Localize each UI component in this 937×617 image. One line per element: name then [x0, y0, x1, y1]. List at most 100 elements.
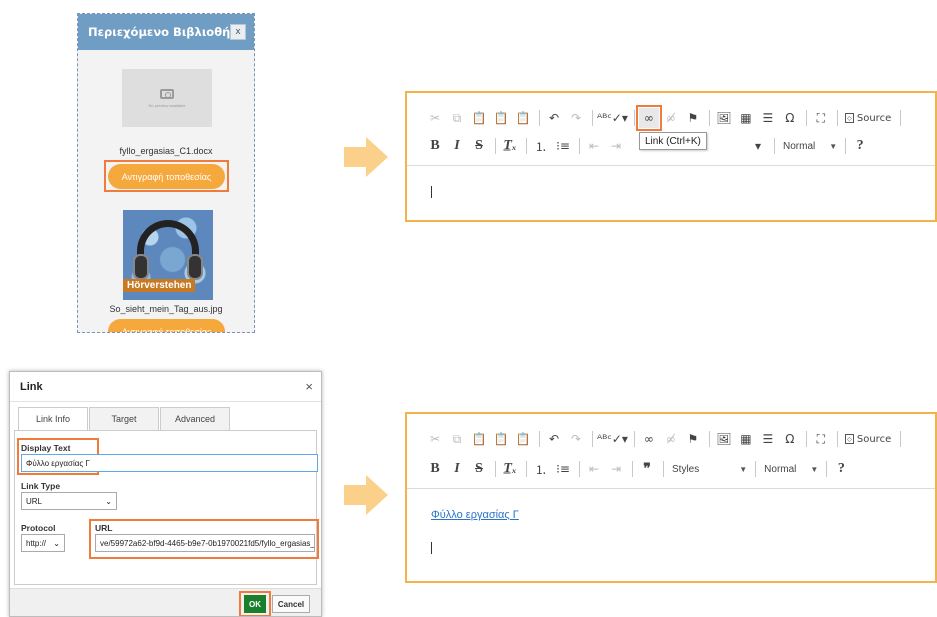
horizontal-rule-icon[interactable]: ☰ — [758, 429, 778, 449]
table-icon[interactable]: ▦ — [736, 429, 756, 449]
source-label: Source — [856, 112, 892, 124]
editor-top-body[interactable] — [407, 165, 935, 220]
format-dropdown-caret-icon[interactable]: ▾ — [748, 136, 768, 156]
italic-icon[interactable]: I — [447, 136, 467, 156]
image-icon[interactable]: 🖼 — [714, 108, 734, 128]
maximize-icon[interactable]: ⛶ — [811, 108, 831, 128]
outdent-icon[interactable]: ⇤ — [584, 459, 604, 479]
remove-format-icon[interactable]: T̲ₓ — [500, 459, 520, 479]
copy-icon[interactable]: ⧉ — [447, 108, 467, 128]
link-type-select[interactable]: URL ⌄ — [21, 492, 117, 510]
copy-location-button-2[interactable]: Αντιγραφή τοποθεσίας — [108, 319, 225, 332]
dialog-footer: OK Cancel — [10, 588, 321, 616]
unlink-icon[interactable]: ∞̸ — [661, 108, 681, 128]
url-field[interactable]: ve/59972a62-bf9d-4465-b9e7-0b1970021fd5/… — [95, 534, 315, 552]
help-button[interactable]: ? — [831, 459, 851, 479]
redo-icon[interactable]: ↷ — [566, 429, 586, 449]
tab-target[interactable]: Target — [89, 407, 159, 431]
paste-text-icon[interactable]: 📋 — [491, 429, 511, 449]
strike-icon[interactable]: S — [469, 136, 489, 156]
paste-icon[interactable]: 📋 — [469, 108, 489, 128]
toolbar-row-1: ✂ ⧉ 📋 📋 📋 ↶ ↷ ᴬᴮᶜ✓▾ ∞ ∞̸ ⚑ 🖼 ▦ ☰ Ω ⛶ ◇ So… — [425, 428, 905, 450]
indent-icon[interactable]: ⇥ — [606, 136, 626, 156]
special-char-icon[interactable]: Ω — [780, 429, 800, 449]
display-text-field[interactable]: Φύλλο εργασίας Γ — [21, 454, 318, 472]
chevron-down-icon: ⌄ — [105, 496, 112, 506]
numbered-list-icon[interactable]: ⒈ — [531, 459, 551, 479]
remove-format-icon[interactable]: T̲ₓ — [500, 136, 520, 156]
format-combo[interactable]: Normal ▼ — [779, 136, 841, 156]
dialog-tabs: Link Info Target Advanced — [18, 407, 231, 431]
maximize-icon[interactable]: ⛶ — [811, 429, 831, 449]
horizontal-rule-icon[interactable]: ☰ — [758, 108, 778, 128]
file-name-docx: fyllo_ergasias_C1.docx — [119, 146, 213, 156]
chevron-down-icon: ▼ — [739, 464, 748, 474]
close-icon[interactable]: × — [305, 379, 313, 394]
file-name-jpg: So_sieht_mein_Tag_aus.jpg — [109, 304, 223, 314]
bullet-list-icon[interactable]: ⁝≡ — [553, 459, 573, 479]
editor-bottom: ✂ ⧉ 📋 📋 📋 ↶ ↷ ᴬᴮᶜ✓▾ ∞ ∞̸ ⚑ 🖼 ▦ ☰ Ω ⛶ ◇ So… — [405, 412, 937, 583]
bold-icon[interactable]: B — [425, 459, 445, 479]
library-title: Περιεχόμενο Βιβλιοθήκης Αρχ... — [88, 25, 230, 39]
paste-word-icon[interactable]: 📋 — [513, 429, 533, 449]
url-label: URL — [95, 523, 113, 533]
link-dialog: Link × Link Info Target Advanced Display… — [9, 371, 322, 617]
source-label: Source — [856, 433, 892, 445]
document-thumbnail[interactable]: No preview available — [122, 69, 212, 127]
protocol-value: http:// — [26, 538, 47, 548]
strike-icon[interactable]: S — [469, 459, 489, 479]
headphone-left-cup — [133, 254, 149, 280]
text-caret — [431, 542, 432, 554]
copy-icon[interactable]: ⧉ — [447, 429, 467, 449]
link-icon[interactable]: ∞ — [639, 429, 659, 449]
outdent-icon[interactable]: ⇤ — [584, 136, 604, 156]
spellcheck-icon[interactable]: ᴬᴮᶜ✓▾ — [597, 108, 628, 128]
cancel-button[interactable]: Cancel — [272, 595, 310, 613]
blockquote-icon[interactable]: ❞ — [637, 459, 657, 479]
anchor-flag-icon[interactable]: ⚑ — [683, 429, 703, 449]
library-close-button[interactable]: x — [230, 24, 246, 40]
paste-icon[interactable]: 📋 — [469, 429, 489, 449]
protocol-select[interactable]: http:// ⌄ — [21, 534, 65, 552]
italic-icon[interactable]: I — [447, 459, 467, 479]
bullet-list-icon[interactable]: ⁝≡ — [553, 136, 573, 156]
tab-advanced[interactable]: Advanced — [160, 407, 230, 431]
bold-icon[interactable]: B — [425, 136, 445, 156]
editor-bottom-body[interactable]: Φύλλο εργασίας Γ — [407, 488, 935, 581]
indent-icon[interactable]: ⇥ — [606, 459, 626, 479]
tab-link-info[interactable]: Link Info — [18, 407, 88, 431]
link-icon[interactable]: ∞ — [635, 105, 662, 131]
source-button[interactable]: ◇ Source — [842, 108, 894, 128]
paste-text-icon[interactable]: 📋 — [491, 108, 511, 128]
cut-icon[interactable]: ✂ — [425, 429, 445, 449]
protocol-label: Protocol — [21, 523, 56, 533]
special-char-icon[interactable]: Ω — [780, 108, 800, 128]
text-caret — [431, 186, 432, 198]
image-thumbnail[interactable]: Hörverstehen — [123, 210, 213, 300]
display-text-label: Display Text — [21, 443, 71, 453]
paste-word-icon[interactable]: 📋 — [513, 108, 533, 128]
chevron-down-icon: ▼ — [810, 464, 819, 474]
ok-button[interactable]: OK — [244, 595, 266, 613]
cut-icon[interactable]: ✂ — [425, 108, 445, 128]
library-header: Περιεχόμενο Βιβλιοθήκης Αρχ... x — [78, 14, 254, 50]
anchor-flag-icon[interactable]: ⚑ — [683, 108, 703, 128]
help-button[interactable]: ? — [850, 136, 870, 156]
unlink-icon[interactable]: ∞̸ — [661, 429, 681, 449]
format-combo[interactable]: Normal ▼ — [760, 459, 822, 479]
styles-combo[interactable]: Styles ▼ — [668, 459, 751, 479]
table-icon[interactable]: ▦ — [736, 108, 756, 128]
undo-icon[interactable]: ↶ — [544, 108, 564, 128]
numbered-list-icon[interactable]: ⒈ — [531, 136, 551, 156]
arrow-right-icon — [344, 137, 388, 177]
undo-icon[interactable]: ↶ — [544, 429, 564, 449]
image-icon[interactable]: 🖼 — [714, 429, 734, 449]
image-badge: Hörverstehen — [123, 279, 196, 292]
copy-location-button-1[interactable]: Αντιγραφή τοποθεσίας — [108, 164, 225, 189]
source-button[interactable]: ◇ Source — [842, 429, 894, 449]
link-tooltip: Link (Ctrl+K) — [639, 132, 707, 150]
inserted-link[interactable]: Φύλλο εργασίας Γ — [431, 509, 519, 521]
redo-icon[interactable]: ↷ — [566, 108, 586, 128]
spellcheck-icon[interactable]: ᴬᴮᶜ✓▾ — [597, 429, 628, 449]
toolbar-row-2: B I S T̲ₓ ⒈ ⁝≡ ⇤ ⇥ ❞ Styles ▼ Normal ▼ ? — [425, 458, 853, 480]
